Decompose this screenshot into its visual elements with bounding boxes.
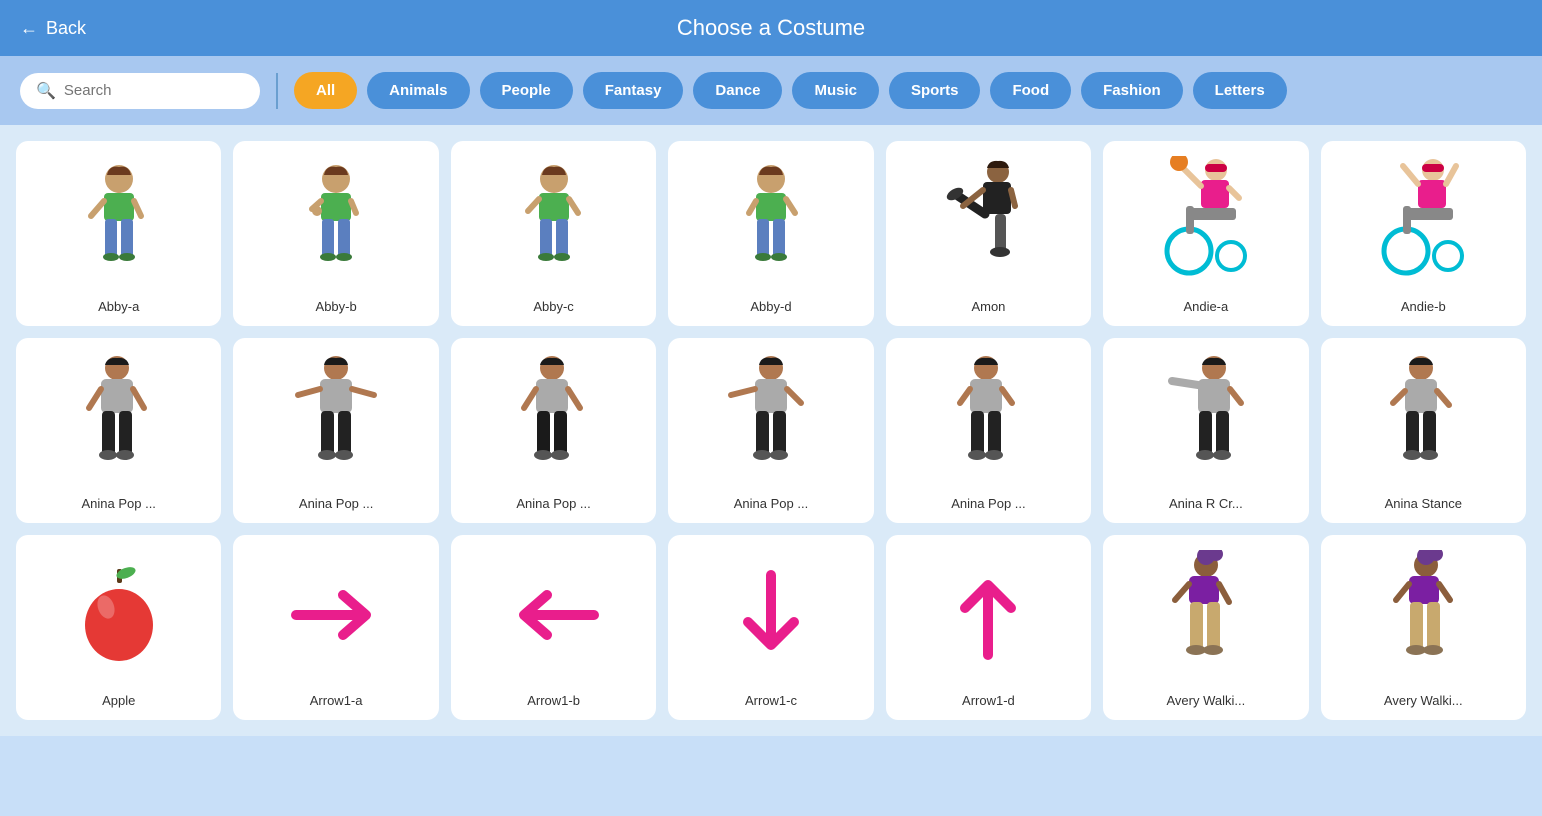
costume-card-anina-pop-3[interactable]: Anina Pop ... [451,338,656,523]
costume-card-abby-b[interactable]: Abby-b [233,141,438,326]
costume-card-anina-r-cr[interactable]: Anina R Cr... [1103,338,1308,523]
costume-image-andie-a [1113,155,1298,287]
filter-btn-fashion[interactable]: Fashion [1081,72,1183,109]
filter-bar: 🔍 All Animals People FantasyDance Music Sport… [0,56,1542,125]
filter-btn-letters[interactable]: Letters [1193,72,1287,109]
costume-card-arrow1-c[interactable]: Arrow1-c [668,535,873,720]
costume-card-abby-d[interactable]: Abby-d [668,141,873,326]
costume-label-arrow1-d: Arrow1-d [962,693,1015,708]
filter-btn-dance[interactable]: Dance [693,72,782,109]
costume-label-anina-stance: Anina Stance [1385,496,1462,511]
back-button[interactable]: ← Back [20,18,86,39]
costume-label-arrow1-a: Arrow1-a [310,693,363,708]
filter-btn-food[interactable]: Food [990,72,1071,109]
costume-label-arrow1-c: Arrow1-c [745,693,797,708]
costume-image-avery-walki-2 [1331,549,1516,681]
costume-card-arrow1-a[interactable]: Arrow1-a [233,535,438,720]
costume-card-abby-c[interactable]: Abby-c [451,141,656,326]
filter-btn-fantasy[interactable]: Fantasy [583,72,684,109]
filter-buttons: AllAnimalsPeopleFantasyDanceMusicSportsF… [294,72,1287,109]
costume-image-arrow1-a [243,549,428,681]
costume-label-anina-r-cr: Anina R Cr... [1169,496,1243,511]
costume-card-anina-pop-5[interactable]: Anina Pop ... [886,338,1091,523]
costume-image-arrow1-c [678,549,863,681]
costume-card-anina-pop-1[interactable]: Anina Pop ... [16,338,221,523]
costume-image-anina-pop-1 [26,352,211,484]
costume-grid: Abby-a Abby-b Abby-c [16,141,1526,720]
costume-card-avery-walki-1[interactable]: Avery Walki... [1103,535,1308,720]
page-title: Choose a Costume [677,15,865,41]
costume-card-arrow1-d[interactable]: Arrow1-d [886,535,1091,720]
search-input[interactable] [64,82,244,99]
header: ← Back Choose a Costume [0,0,1542,56]
costume-image-avery-walki-1 [1113,549,1298,681]
costume-card-amon[interactable]: Amon [886,141,1091,326]
back-arrow-icon: ← [20,18,38,39]
costume-image-anina-stance [1331,352,1516,484]
costume-label-abby-d: Abby-d [750,299,791,314]
costume-image-anina-pop-5 [896,352,1081,484]
costume-label-andie-a: Andie-a [1183,299,1228,314]
costume-card-anina-stance[interactable]: Anina Stance [1321,338,1526,523]
costume-label-abby-a: Abby-a [98,299,139,314]
costume-card-apple[interactable]: Apple [16,535,221,720]
costume-label-arrow1-b: Arrow1-b [527,693,580,708]
costume-label-anina-pop-1: Anina Pop ... [81,496,155,511]
costume-image-anina-pop-4 [678,352,863,484]
filter-btn-all[interactable]: All [294,72,357,109]
costume-image-anina-r-cr [1113,352,1298,484]
costume-label-anina-pop-4: Anina Pop ... [734,496,808,511]
costume-label-andie-b: Andie-b [1401,299,1446,314]
costume-image-abby-c [461,155,646,287]
costume-image-abby-b [243,155,428,287]
costume-image-abby-a [26,155,211,287]
costume-image-arrow1-d [896,549,1081,681]
costume-label-amon: Amon [971,299,1005,314]
search-box[interactable]: 🔍 [20,73,260,109]
costume-card-avery-walki-2[interactable]: Avery Walki... [1321,535,1526,720]
costume-card-anina-pop-4[interactable]: Anina Pop ... [668,338,873,523]
costume-card-anina-pop-2[interactable]: Anina Pop ... [233,338,438,523]
costume-label-abby-c: Abby-c [533,299,573,314]
costume-image-amon [896,155,1081,287]
costume-label-avery-walki-2: Avery Walki... [1384,693,1463,708]
costume-image-abby-d [678,155,863,287]
costume-card-andie-b[interactable]: Andie-b [1321,141,1526,326]
costume-card-abby-a[interactable]: Abby-a [16,141,221,326]
costume-image-apple [26,549,211,681]
costume-label-anina-pop-3: Anina Pop ... [516,496,590,511]
costume-image-arrow1-b [461,549,646,681]
costume-image-anina-pop-2 [243,352,428,484]
costume-label-anina-pop-2: Anina Pop ... [299,496,373,511]
back-label: Back [46,18,86,39]
filter-divider [276,73,278,109]
costume-image-andie-b [1331,155,1516,287]
costume-image-anina-pop-3 [461,352,646,484]
costume-label-apple: Apple [102,693,135,708]
filter-btn-animals[interactable]: Animals [367,72,469,109]
costume-label-anina-pop-5: Anina Pop ... [951,496,1025,511]
grid-area: Abby-a Abby-b Abby-c [0,125,1542,736]
costume-card-arrow1-b[interactable]: Arrow1-b [451,535,656,720]
filter-btn-sports[interactable]: Sports [889,72,981,109]
costume-label-avery-walki-1: Avery Walki... [1166,693,1245,708]
costume-card-andie-a[interactable]: Andie-a [1103,141,1308,326]
filter-btn-people[interactable]: People [480,72,573,109]
costume-label-abby-b: Abby-b [316,299,357,314]
search-icon: 🔍 [36,81,56,101]
filter-btn-music[interactable]: Music [792,72,879,109]
